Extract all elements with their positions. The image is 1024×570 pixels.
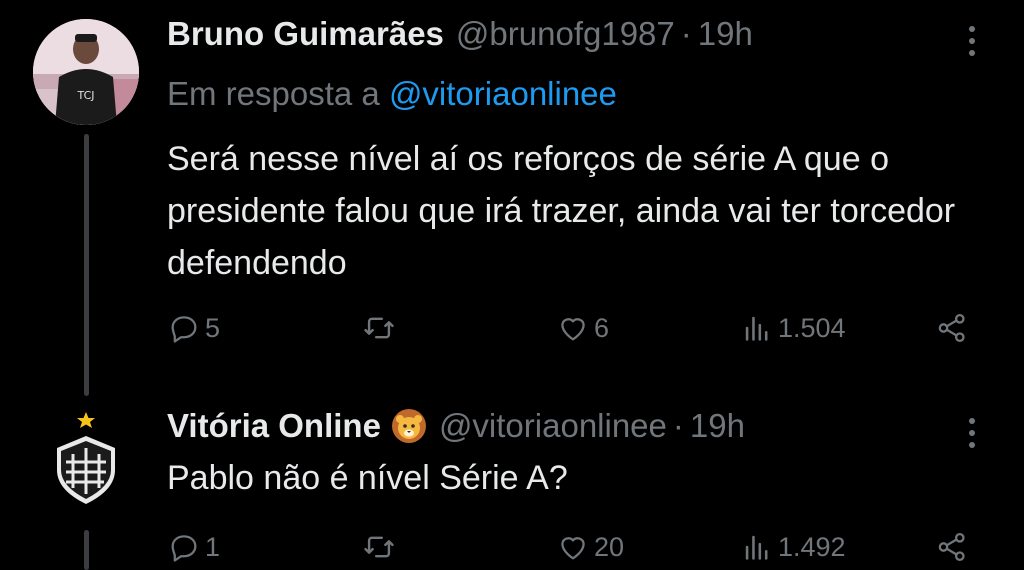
- views-button[interactable]: 1.504: [740, 311, 846, 345]
- author-handle[interactable]: @brunofg1987: [456, 15, 675, 53]
- like-icon: [561, 318, 585, 341]
- like-icon: [561, 537, 585, 560]
- like-count: 6: [594, 312, 610, 343]
- tweet-text: Pablo não é nível Série A?: [167, 459, 568, 497]
- avatar-shirt-text: TCJ: [77, 89, 95, 102]
- tweet-header: Bruno Guimarães @brunofg1987 · 19h: [167, 15, 753, 53]
- avatar[interactable]: TCJ: [33, 19, 139, 125]
- reply-icon: [171, 316, 197, 343]
- separator: ·: [680, 15, 692, 52]
- retweet-button[interactable]: [362, 311, 400, 345]
- retweet-icon: [364, 536, 394, 558]
- views-icon: [745, 535, 768, 560]
- more-icon[interactable]: [968, 418, 976, 454]
- view-count: 1.504: [778, 312, 846, 343]
- share-icon: [938, 532, 965, 562]
- club-crest-icon: [57, 412, 115, 504]
- tweet-header: Vitória Online @vitoriaonlinee · 19h: [167, 407, 745, 445]
- views-button[interactable]: 1.492: [740, 530, 846, 564]
- retweet-icon: [364, 317, 394, 339]
- lion-emoji-icon: [391, 409, 426, 443]
- separator: ·: [672, 407, 684, 444]
- views-icon: [745, 316, 768, 341]
- avatar[interactable]: [33, 404, 139, 510]
- avatar-photo: TCJ: [33, 19, 139, 125]
- action-bar: 5 6 1.504: [0, 311, 1024, 351]
- share-icon: [938, 313, 965, 343]
- like-button[interactable]: 6: [556, 311, 609, 345]
- replying-to: Em resposta a @vitoriaonlinee: [167, 75, 617, 113]
- thread-line: [84, 134, 89, 396]
- view-count: 1.492: [778, 531, 846, 562]
- reply-icon: [171, 535, 197, 562]
- reply-button[interactable]: 5: [167, 311, 220, 345]
- timestamp[interactable]: 19h: [690, 407, 745, 445]
- share-button[interactable]: [935, 530, 969, 564]
- timestamp[interactable]: 19h: [698, 15, 753, 53]
- tweet-text: Será nesse nível aí os reforços de série…: [167, 140, 956, 282]
- reply-button[interactable]: 1: [167, 530, 220, 564]
- retweet-button[interactable]: [362, 530, 400, 564]
- reply-count: 1: [205, 531, 221, 562]
- action-bar: 1 20 1.492: [0, 530, 1024, 570]
- mention-link[interactable]: @vitoriaonlinee: [389, 75, 617, 112]
- author-name[interactable]: Vitória Online: [167, 407, 381, 445]
- like-button[interactable]: 20: [556, 530, 624, 564]
- reply-count: 5: [205, 312, 221, 343]
- more-icon[interactable]: [968, 26, 976, 62]
- tweet-bruno[interactable]: TCJ Bruno Guimarães @brunofg1987 · 19h E…: [0, 0, 1024, 396]
- author-name[interactable]: Bruno Guimarães: [167, 15, 444, 53]
- share-button[interactable]: [935, 311, 969, 345]
- like-count: 20: [594, 531, 625, 562]
- author-handle[interactable]: @vitoriaonlinee: [439, 407, 667, 445]
- replying-prefix: Em resposta a: [167, 75, 380, 112]
- tweet-vitoria[interactable]: Vitória Online @vitoriaonlinee · 19h Pab…: [0, 390, 1024, 570]
